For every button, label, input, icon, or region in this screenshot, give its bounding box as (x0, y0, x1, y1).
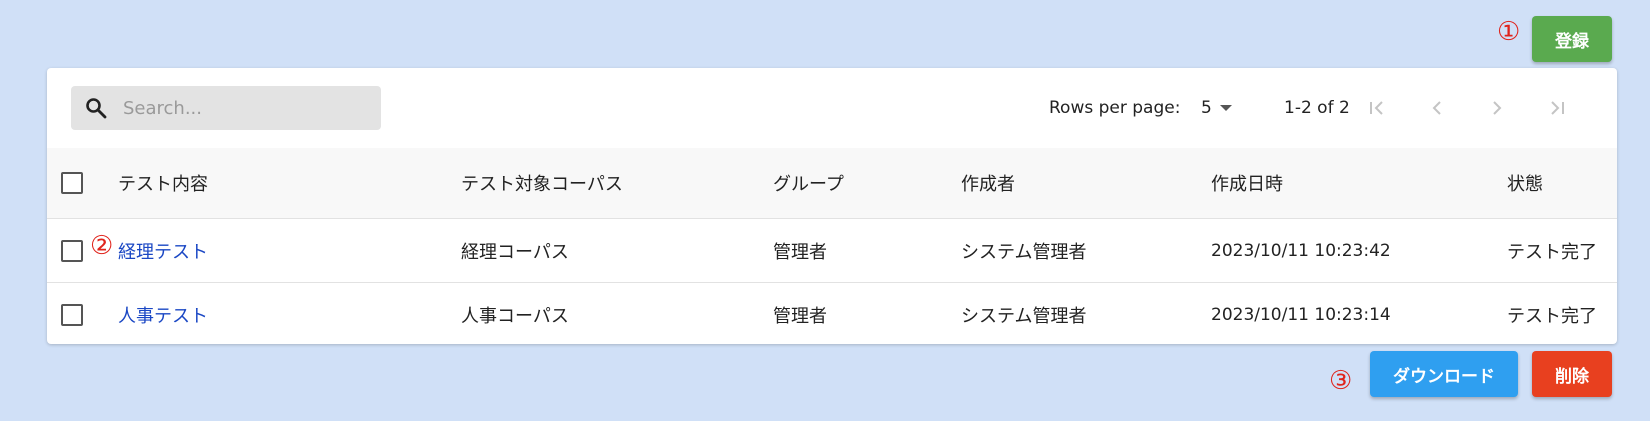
search-input[interactable] (121, 96, 365, 120)
chevron-right-icon (1493, 101, 1502, 115)
test-content-cell: 経理テスト (118, 219, 208, 282)
rows-per-page-select[interactable]: 5 (1201, 94, 1241, 122)
rows-per-page-label: Rows per page: (1049, 98, 1181, 118)
table-header: テスト内容 テスト対象コーパス グループ 作成者 作成日時 状態 (47, 148, 1617, 219)
row-select-cell (59, 219, 85, 282)
table-row: 人事テスト 人事コーパス 管理者 システム管理者 2023/10/11 10:2… (47, 283, 1617, 344)
pagination-info: 1-2 of 2 (1284, 98, 1350, 118)
header-test-content[interactable]: テスト内容 (118, 148, 208, 218)
last-page-icon (1551, 101, 1564, 115)
created-at-cell: 2023/10/11 10:23:42 (1211, 240, 1391, 261)
test-list-card: Rows per page: 5 1-2 of 2 (47, 68, 1617, 344)
row-checkbox[interactable] (61, 303, 83, 326)
table-row: 経理テスト 経理コーパス 管理者 システム管理者 2023/10/11 10:2… (47, 219, 1617, 283)
select-all-cell (59, 148, 85, 218)
download-button[interactable]: ダウンロード (1370, 351, 1518, 397)
group-cell: 管理者 (773, 305, 827, 327)
first-page-icon (1370, 101, 1383, 115)
header-group[interactable]: グループ (773, 148, 844, 218)
status-cell: テスト完了 (1507, 241, 1597, 263)
header-target-corpus[interactable]: テスト対象コーパス (461, 148, 623, 218)
target-corpus-cell: 経理コーパス (461, 241, 569, 263)
next-page-button[interactable] (1479, 90, 1515, 126)
chevron-down-icon (1219, 105, 1232, 111)
header-author[interactable]: 作成者 (961, 148, 1015, 218)
test-content-cell: 人事テスト (118, 283, 208, 344)
search-icon (83, 95, 109, 121)
annotation-marker-1: ① (1497, 17, 1521, 47)
first-page-button[interactable] (1359, 90, 1395, 126)
search-box[interactable] (71, 86, 381, 130)
created-at-cell: 2023/10/11 10:23:14 (1211, 304, 1391, 325)
previous-page-button[interactable] (1419, 90, 1455, 126)
chevron-left-icon (1432, 101, 1441, 115)
annotation-marker-2: ② (90, 231, 114, 261)
author-cell: システム管理者 (961, 305, 1087, 327)
author-cell: システム管理者 (961, 241, 1087, 263)
select-all-checkbox[interactable] (61, 172, 83, 194)
header-created-at[interactable]: 作成日時 (1211, 148, 1283, 218)
header-status[interactable]: 状態 (1507, 148, 1543, 218)
status-cell: テスト完了 (1507, 305, 1597, 327)
target-corpus-cell: 人事コーパス (461, 305, 569, 327)
row-select-cell (59, 283, 85, 344)
last-page-button[interactable] (1539, 90, 1575, 126)
annotation-marker-3: ③ (1329, 366, 1353, 396)
group-cell: 管理者 (773, 241, 827, 263)
test-title-link[interactable]: 人事テスト (118, 302, 208, 328)
table-toolbar: Rows per page: 5 1-2 of 2 (47, 68, 1617, 148)
rows-per-page-value: 5 (1201, 98, 1212, 118)
delete-button[interactable]: 削除 (1532, 351, 1612, 397)
register-button[interactable]: 登録 (1532, 16, 1612, 62)
row-checkbox[interactable] (61, 239, 83, 262)
test-title-link[interactable]: 経理テスト (118, 238, 208, 264)
